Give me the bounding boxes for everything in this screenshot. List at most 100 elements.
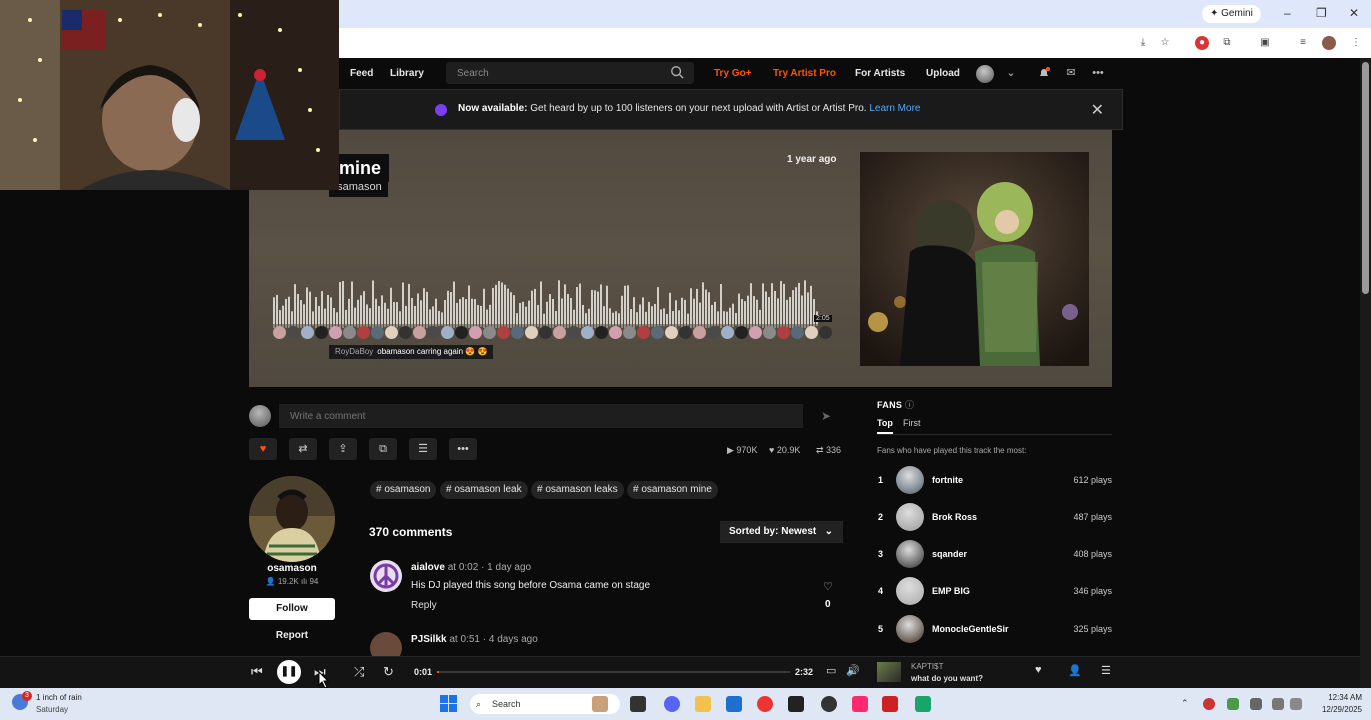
waveform-comment-avatar[interactable] xyxy=(343,326,356,339)
playback-progress[interactable] xyxy=(437,671,790,673)
comment-timestamp[interactable]: 0:02 xyxy=(459,562,478,573)
artist-name[interactable]: osamason xyxy=(249,563,335,574)
waveform-comment-avatar[interactable] xyxy=(665,326,678,339)
heart-icon[interactable]: ♥ xyxy=(1035,664,1042,676)
waveform-comment-avatar[interactable] xyxy=(581,326,594,339)
waveform-comment-avatar[interactable] xyxy=(329,326,342,339)
install-icon[interactable]: ⤓ xyxy=(1136,36,1150,50)
waveform-comment-avatar[interactable] xyxy=(721,326,734,339)
taskbar-widget-icon[interactable] xyxy=(592,696,608,712)
fan-name[interactable]: MonocleGentleSir xyxy=(932,624,1009,634)
waveform-comment-avatar[interactable] xyxy=(595,326,608,339)
gemini-button[interactable]: ✦ Gemini xyxy=(1202,5,1261,23)
tag-osamason-leaks[interactable]: # osamason leaks xyxy=(531,481,624,499)
follow-user-icon[interactable]: 👤 xyxy=(1068,664,1082,677)
more-icon[interactable]: ••• xyxy=(1091,66,1105,80)
add-to-next-up-button[interactable]: ☰ xyxy=(409,438,437,460)
for-artists-link[interactable]: For Artists xyxy=(855,68,905,79)
app-icon[interactable] xyxy=(788,696,804,712)
more-actions-button[interactable]: ••• xyxy=(449,438,477,460)
waveform-comment-avatar[interactable] xyxy=(455,326,468,339)
discord-icon[interactable] xyxy=(664,696,680,712)
weather-text[interactable]: 1 inch of rain xyxy=(36,693,82,702)
waveform-comment-avatar[interactable] xyxy=(539,326,552,339)
fan-name[interactable]: Brok Ross xyxy=(932,512,977,522)
profile-avatar[interactable] xyxy=(1322,36,1336,50)
upload-link[interactable]: Upload xyxy=(926,68,960,79)
now-playing-artist[interactable]: KAPTI$T xyxy=(911,662,943,671)
waveform-comment-avatar[interactable] xyxy=(525,326,538,339)
comment-user[interactable]: aialove xyxy=(411,562,445,573)
waveform-comment-avatar[interactable] xyxy=(301,326,314,339)
comment-input[interactable] xyxy=(279,404,803,428)
queue-icon[interactable]: ☰ xyxy=(1101,664,1111,677)
volume-icon[interactable]: 🔊 xyxy=(846,664,860,677)
maximize-button[interactable]: ❐ xyxy=(1316,6,1327,20)
system-clock[interactable]: 12:34 AM 12/29/2025 xyxy=(1312,692,1362,716)
minimize-button[interactable]: – xyxy=(1284,6,1291,20)
waveform[interactable] xyxy=(273,280,819,328)
follow-button[interactable]: Follow xyxy=(249,598,335,620)
waveform-comment-avatar[interactable] xyxy=(805,326,818,339)
repeat-icon[interactable]: ↻ xyxy=(383,664,394,680)
waveform-comment-avatar[interactable] xyxy=(483,326,496,339)
like-button[interactable]: ♥ xyxy=(249,438,277,460)
sort-dropdown[interactable]: Sorted by: Newest ⌄ xyxy=(720,521,843,543)
tray-chevron-up-icon[interactable]: ⌃ xyxy=(1181,698,1189,709)
waveform-comment-avatar[interactable] xyxy=(637,326,650,339)
fan-avatar[interactable] xyxy=(896,577,924,605)
tag-osamason-leak[interactable]: # osamason leak xyxy=(440,481,528,499)
fan-avatar[interactable] xyxy=(896,466,924,494)
waveform-comment-avatar[interactable] xyxy=(469,326,482,339)
waveform-comment-avatar[interactable] xyxy=(441,326,454,339)
chrome-icon[interactable] xyxy=(757,696,773,712)
nav-feed[interactable]: Feed xyxy=(350,68,373,79)
tray-app-icon[interactable] xyxy=(1203,698,1215,710)
fan-avatar[interactable] xyxy=(896,503,924,531)
waveform-comment-avatar[interactable] xyxy=(511,326,524,339)
close-window-button[interactable]: ✕ xyxy=(1349,6,1359,20)
try-go-link[interactable]: Try Go+ xyxy=(714,68,752,79)
messages-icon[interactable]: ✉ xyxy=(1064,66,1078,80)
waveform-comment-avatars[interactable] xyxy=(273,326,833,340)
send-icon[interactable]: ➤ xyxy=(809,404,843,428)
tab-first[interactable]: First xyxy=(903,418,921,428)
notifications-bell-icon[interactable] xyxy=(1037,66,1051,80)
waveform-comment-avatar[interactable] xyxy=(609,326,622,339)
user-avatar[interactable] xyxy=(976,65,994,83)
report-button[interactable]: Report xyxy=(249,630,335,641)
task-view-icon[interactable] xyxy=(630,696,646,712)
nav-library[interactable]: Library xyxy=(390,68,424,79)
try-artist-pro-link[interactable]: Try Artist Pro xyxy=(773,68,836,79)
waveform-comment-avatar[interactable] xyxy=(623,326,636,339)
waveform-comment-avatar[interactable] xyxy=(413,326,426,339)
artist-avatar[interactable] xyxy=(249,476,335,562)
fan-avatar[interactable] xyxy=(896,615,924,643)
now-playing-title[interactable]: what do you want? xyxy=(911,674,983,683)
followers-count[interactable]: 19.2K xyxy=(278,577,299,586)
copy-link-button[interactable]: ⧉ xyxy=(369,438,397,460)
waveform-comment-avatar[interactable] xyxy=(427,326,440,339)
speaker-icon[interactable] xyxy=(1290,698,1302,710)
tracks-count[interactable]: 94 xyxy=(309,577,318,586)
now-playing-artwork[interactable] xyxy=(877,662,901,682)
reply-button[interactable]: Reply xyxy=(411,600,437,611)
waveform-comment-avatar[interactable] xyxy=(553,326,566,339)
comment-like-icon[interactable]: ♡ xyxy=(823,580,833,593)
waveform-comment-avatar[interactable] xyxy=(273,326,286,339)
sidepanel-icon[interactable]: ▣ xyxy=(1258,36,1272,50)
waveform-comment-avatar[interactable] xyxy=(567,326,580,339)
waveform-comment-avatar[interactable] xyxy=(749,326,762,339)
file-explorer-icon[interactable] xyxy=(695,696,711,712)
fan-name[interactable]: EMP BIG xyxy=(932,586,970,596)
extension-icon[interactable]: ● xyxy=(1195,36,1209,50)
waveform-comment-avatar[interactable] xyxy=(791,326,804,339)
bookmark-star-icon[interactable]: ☆ xyxy=(1158,36,1172,50)
text-app-icon[interactable] xyxy=(882,696,898,712)
waveform-comment-avatar[interactable] xyxy=(763,326,776,339)
cast-icon[interactable]: ▭ xyxy=(826,664,836,677)
waveform-comment-avatar[interactable] xyxy=(679,326,692,339)
learn-more-link[interactable]: Learn More xyxy=(869,103,920,114)
obs-icon[interactable] xyxy=(821,696,837,712)
store-icon[interactable] xyxy=(726,696,742,712)
